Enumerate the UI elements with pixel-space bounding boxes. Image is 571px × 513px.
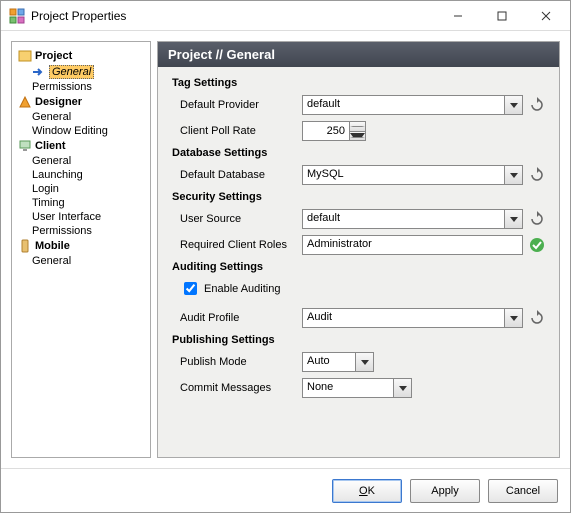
- maximize-button[interactable]: [480, 2, 524, 30]
- section-tag-settings: Tag Settings: [172, 77, 545, 89]
- tree-node-client[interactable]: Client: [16, 138, 146, 154]
- client-poll-rate-spinner[interactable]: [302, 121, 366, 141]
- project-icon: [18, 49, 32, 63]
- label-required-client-roles: Required Client Roles: [172, 239, 302, 251]
- main-panel: Project // General Tag Settings Default …: [157, 41, 560, 458]
- section-database-settings: Database Settings: [172, 147, 545, 159]
- section-publishing-settings: Publishing Settings: [172, 334, 545, 346]
- tree-item-project-general[interactable]: General: [16, 64, 146, 80]
- section-security-settings: Security Settings: [172, 191, 545, 203]
- minimize-button[interactable]: [436, 2, 480, 30]
- app-icon: [9, 8, 25, 24]
- refresh-icon[interactable]: [529, 97, 545, 113]
- refresh-icon[interactable]: [529, 167, 545, 183]
- designer-icon: [18, 95, 32, 109]
- default-database-combo[interactable]: MySQL: [302, 165, 523, 185]
- ok-button[interactable]: OK: [332, 479, 402, 503]
- tree-item-designer-window-editing[interactable]: Window Editing: [16, 124, 146, 138]
- user-source-combo[interactable]: default: [302, 209, 523, 229]
- tree-item-project-permissions[interactable]: Permissions: [16, 80, 146, 94]
- label-audit-profile: Audit Profile: [172, 312, 302, 324]
- audit-profile-combo[interactable]: Audit: [302, 308, 523, 328]
- refresh-icon[interactable]: [529, 310, 545, 326]
- spinner-up-button[interactable]: [350, 122, 365, 132]
- chevron-down-icon[interactable]: [504, 96, 522, 114]
- chevron-down-icon[interactable]: [355, 353, 373, 371]
- tree-item-client-user-interface[interactable]: User Interface: [16, 210, 146, 224]
- enable-auditing-checkbox[interactable]: [184, 282, 197, 295]
- check-ok-icon: [529, 237, 545, 253]
- dialog-buttons: OK Apply Cancel: [1, 468, 570, 512]
- nav-tree[interactable]: Project General Permissions Designer Gen…: [11, 41, 151, 458]
- tree-node-designer[interactable]: Designer: [16, 94, 146, 110]
- client-poll-rate-input[interactable]: [303, 122, 349, 140]
- chevron-down-icon[interactable]: [393, 379, 411, 397]
- close-button[interactable]: [524, 2, 568, 30]
- tree-item-designer-general[interactable]: General: [16, 110, 146, 124]
- chevron-down-icon[interactable]: [504, 210, 522, 228]
- tree-item-mobile-general[interactable]: General: [16, 254, 146, 268]
- tree-item-client-login[interactable]: Login: [16, 182, 146, 196]
- refresh-icon[interactable]: [529, 211, 545, 227]
- publish-mode-combo[interactable]: Auto: [302, 352, 374, 372]
- tree-item-client-timing[interactable]: Timing: [16, 196, 146, 210]
- window-title: Project Properties: [31, 9, 436, 23]
- default-provider-combo[interactable]: default: [302, 95, 523, 115]
- label-default-provider: Default Provider: [172, 99, 302, 111]
- label-client-poll-rate: Client Poll Rate: [172, 125, 302, 137]
- required-client-roles-field[interactable]: Administrator: [302, 235, 523, 255]
- chevron-down-icon[interactable]: [504, 166, 522, 184]
- label-enable-auditing: Enable Auditing: [204, 283, 280, 295]
- tree-item-client-permissions[interactable]: Permissions: [16, 224, 146, 238]
- arrow-right-icon: [32, 65, 46, 79]
- label-commit-messages: Commit Messages: [172, 382, 302, 394]
- cancel-button[interactable]: Cancel: [488, 479, 558, 503]
- commit-messages-combo[interactable]: None: [302, 378, 412, 398]
- client-icon: [18, 139, 32, 153]
- tree-item-client-general[interactable]: General: [16, 154, 146, 168]
- tree-node-mobile[interactable]: Mobile: [16, 238, 146, 254]
- apply-button[interactable]: Apply: [410, 479, 480, 503]
- label-user-source: User Source: [172, 213, 302, 225]
- tree-node-project[interactable]: Project: [16, 48, 146, 64]
- spinner-down-button[interactable]: [350, 132, 365, 141]
- panel-header: Project // General: [158, 42, 559, 67]
- label-publish-mode: Publish Mode: [172, 356, 302, 368]
- section-auditing-settings: Auditing Settings: [172, 261, 545, 273]
- tree-item-client-launching[interactable]: Launching: [16, 168, 146, 182]
- mobile-icon: [18, 239, 32, 253]
- chevron-down-icon[interactable]: [504, 309, 522, 327]
- titlebar: Project Properties: [1, 1, 570, 31]
- label-default-database: Default Database: [172, 169, 302, 181]
- project-properties-window: Project Properties Project General Permi…: [0, 0, 571, 513]
